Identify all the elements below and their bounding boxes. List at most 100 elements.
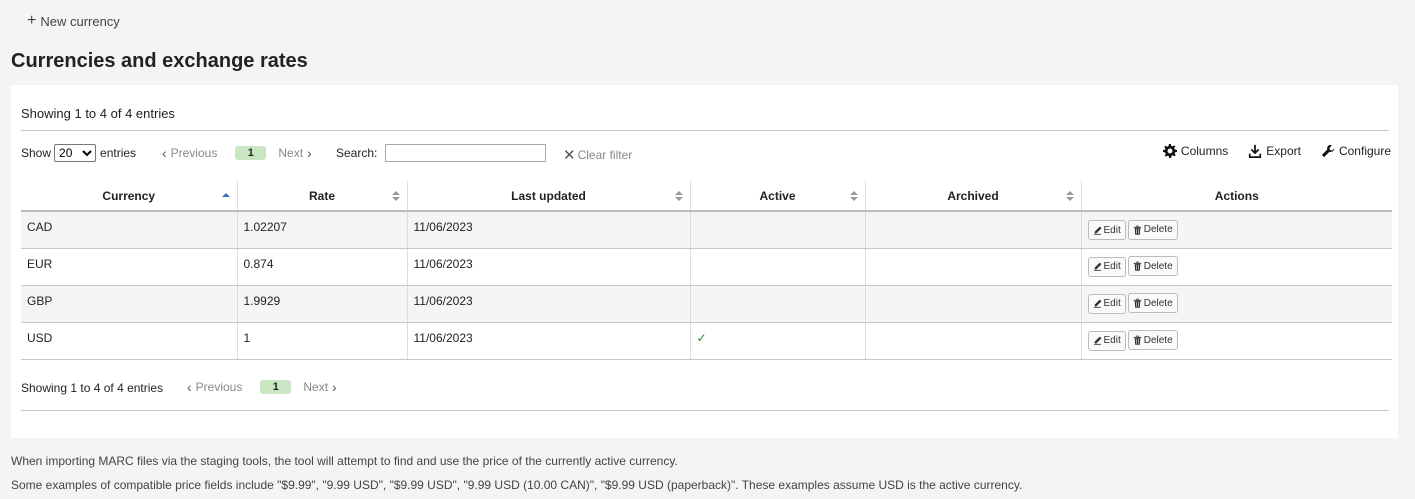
trash-icon — [1133, 298, 1141, 308]
delete-label: Delete — [1143, 260, 1173, 272]
previous-label: Previous — [170, 146, 218, 160]
edit-button[interactable]: Edit — [1087, 330, 1126, 351]
table-row: GBP 1.9929 11/06/2023 Edit Delete — [21, 285, 1392, 323]
edit-label: Edit — [1103, 335, 1121, 347]
show-label: Show — [21, 146, 52, 160]
configure-button[interactable]: Configure — [1321, 144, 1391, 158]
divider-top — [21, 130, 1389, 131]
table-info-bottom: Showing 1 to 4 of 4 entries — [21, 381, 164, 395]
cell-last-updated: 11/06/2023 — [407, 248, 691, 286]
pencil-icon — [1093, 299, 1101, 308]
pagination-top: ‹ Previous 1 Next › — [158, 145, 316, 161]
header-label: Currency — [102, 188, 156, 203]
column-header-actions: Actions — [1081, 181, 1392, 212]
trash-icon — [1133, 335, 1141, 345]
cell-archived — [865, 285, 1082, 323]
new-currency-label: New currency — [40, 13, 120, 29]
page-title: Currencies and exchange rates — [11, 50, 308, 72]
cell-last-updated: 11/06/2023 — [407, 285, 691, 323]
table-tools: Columns Export Configure — [1143, 144, 1391, 158]
sort-icon — [674, 191, 683, 201]
table-info-top: Showing 1 to 4 of 4 entries — [21, 106, 175, 121]
header-label: Last updated — [511, 188, 586, 203]
configure-label: Configure — [1338, 144, 1391, 158]
plus-icon: + — [27, 12, 37, 29]
help-notes: When importing MARC files via the stagin… — [11, 449, 1022, 497]
pencil-icon — [1093, 262, 1101, 271]
cell-rate: 1.9929 — [237, 285, 408, 323]
column-header-archived[interactable]: Archived — [865, 181, 1082, 212]
search-input[interactable] — [385, 144, 547, 162]
cell-rate: 1.02207 — [237, 211, 408, 249]
cell-currency: USD — [21, 322, 238, 360]
cell-actions: Edit Delete — [1081, 211, 1392, 249]
table-row: USD 1 11/06/2023 ✓ Edit Delete — [21, 322, 1392, 360]
note-line: Some examples of compatible price fields… — [11, 478, 1023, 492]
previous-label: Previous — [195, 380, 243, 394]
entries-label: entries — [100, 146, 137, 160]
sort-icon — [1065, 191, 1074, 201]
header-label: Active — [759, 188, 796, 203]
sort-ascending-icon — [221, 193, 230, 197]
delete-label: Delete — [1143, 224, 1173, 235]
previous-button-top[interactable]: ‹ Previous — [158, 145, 217, 161]
clear-filter-button[interactable]: ✕ Clear filter — [563, 146, 632, 164]
table-row: CAD 1.02207 11/06/2023 Edit Delete — [21, 211, 1392, 249]
cell-actions: Edit Delete — [1081, 285, 1392, 323]
cell-rate: 0.874 — [237, 248, 408, 286]
header-label: Archived — [947, 188, 999, 203]
next-button-bottom[interactable]: Next › — [303, 379, 340, 395]
export-label: Export — [1266, 144, 1301, 158]
chevron-left-icon: ‹ — [187, 379, 192, 395]
cell-active: ✓ — [690, 322, 866, 360]
columns-button[interactable]: Columns — [1162, 144, 1228, 158]
new-currency-button[interactable]: + New currency — [27, 11, 120, 31]
cell-archived — [865, 211, 1082, 249]
previous-button-bottom[interactable]: ‹ Previous — [183, 379, 242, 395]
export-button[interactable]: Export — [1248, 144, 1301, 158]
gear-icon — [1162, 144, 1177, 158]
edit-button[interactable]: Edit — [1087, 220, 1126, 240]
entries-select[interactable]: 20 — [54, 144, 97, 162]
column-header-currency[interactable]: Currency — [21, 181, 238, 212]
column-header-active[interactable]: Active — [690, 181, 866, 212]
current-page-top[interactable]: 1 — [235, 146, 267, 160]
column-header-rate[interactable]: Rate — [237, 181, 408, 212]
next-button-top[interactable]: Next › — [278, 145, 315, 161]
currencies-panel: Showing 1 to 4 of 4 entries Show 20 entr… — [11, 85, 1398, 438]
delete-button[interactable]: Delete — [1127, 293, 1178, 314]
cell-rate: 1 — [237, 322, 408, 360]
delete-button[interactable]: Delete — [1127, 219, 1178, 240]
clear-filter-label: Clear filter — [577, 148, 633, 162]
download-icon — [1249, 144, 1262, 158]
sort-icon — [391, 191, 400, 201]
note-line: When importing MARC files via the stagin… — [11, 454, 678, 468]
cell-active — [690, 248, 866, 286]
chevron-left-icon: ‹ — [162, 145, 167, 161]
cell-actions: Edit Delete — [1081, 322, 1392, 360]
column-header-last-updated[interactable]: Last updated — [407, 181, 691, 212]
current-page-bottom[interactable]: 1 — [260, 380, 292, 394]
search-box: Search: — [336, 144, 547, 162]
chevron-right-icon: › — [332, 379, 337, 395]
edit-label: Edit — [1103, 261, 1121, 273]
delete-label: Delete — [1143, 334, 1173, 346]
cell-archived — [865, 322, 1082, 360]
header-label: Rate — [308, 188, 335, 203]
edit-button[interactable]: Edit — [1087, 293, 1126, 314]
pencil-icon — [1093, 226, 1101, 235]
cell-active — [690, 285, 866, 323]
trash-icon — [1133, 261, 1141, 271]
cell-actions: Edit Delete — [1081, 248, 1392, 286]
table-header-row: Currency Rate Last updated Active Archiv… — [21, 181, 1392, 212]
delete-button[interactable]: Delete — [1127, 256, 1178, 277]
sort-icon — [849, 191, 858, 201]
cell-last-updated: 11/06/2023 — [407, 211, 691, 249]
edit-button[interactable]: Edit — [1087, 256, 1126, 277]
edit-label: Edit — [1103, 224, 1121, 236]
wrench-icon — [1321, 144, 1335, 158]
delete-label: Delete — [1143, 297, 1173, 309]
delete-button[interactable]: Delete — [1127, 330, 1178, 351]
cell-last-updated: 11/06/2023 — [407, 322, 691, 360]
search-label: Search: — [336, 146, 378, 160]
